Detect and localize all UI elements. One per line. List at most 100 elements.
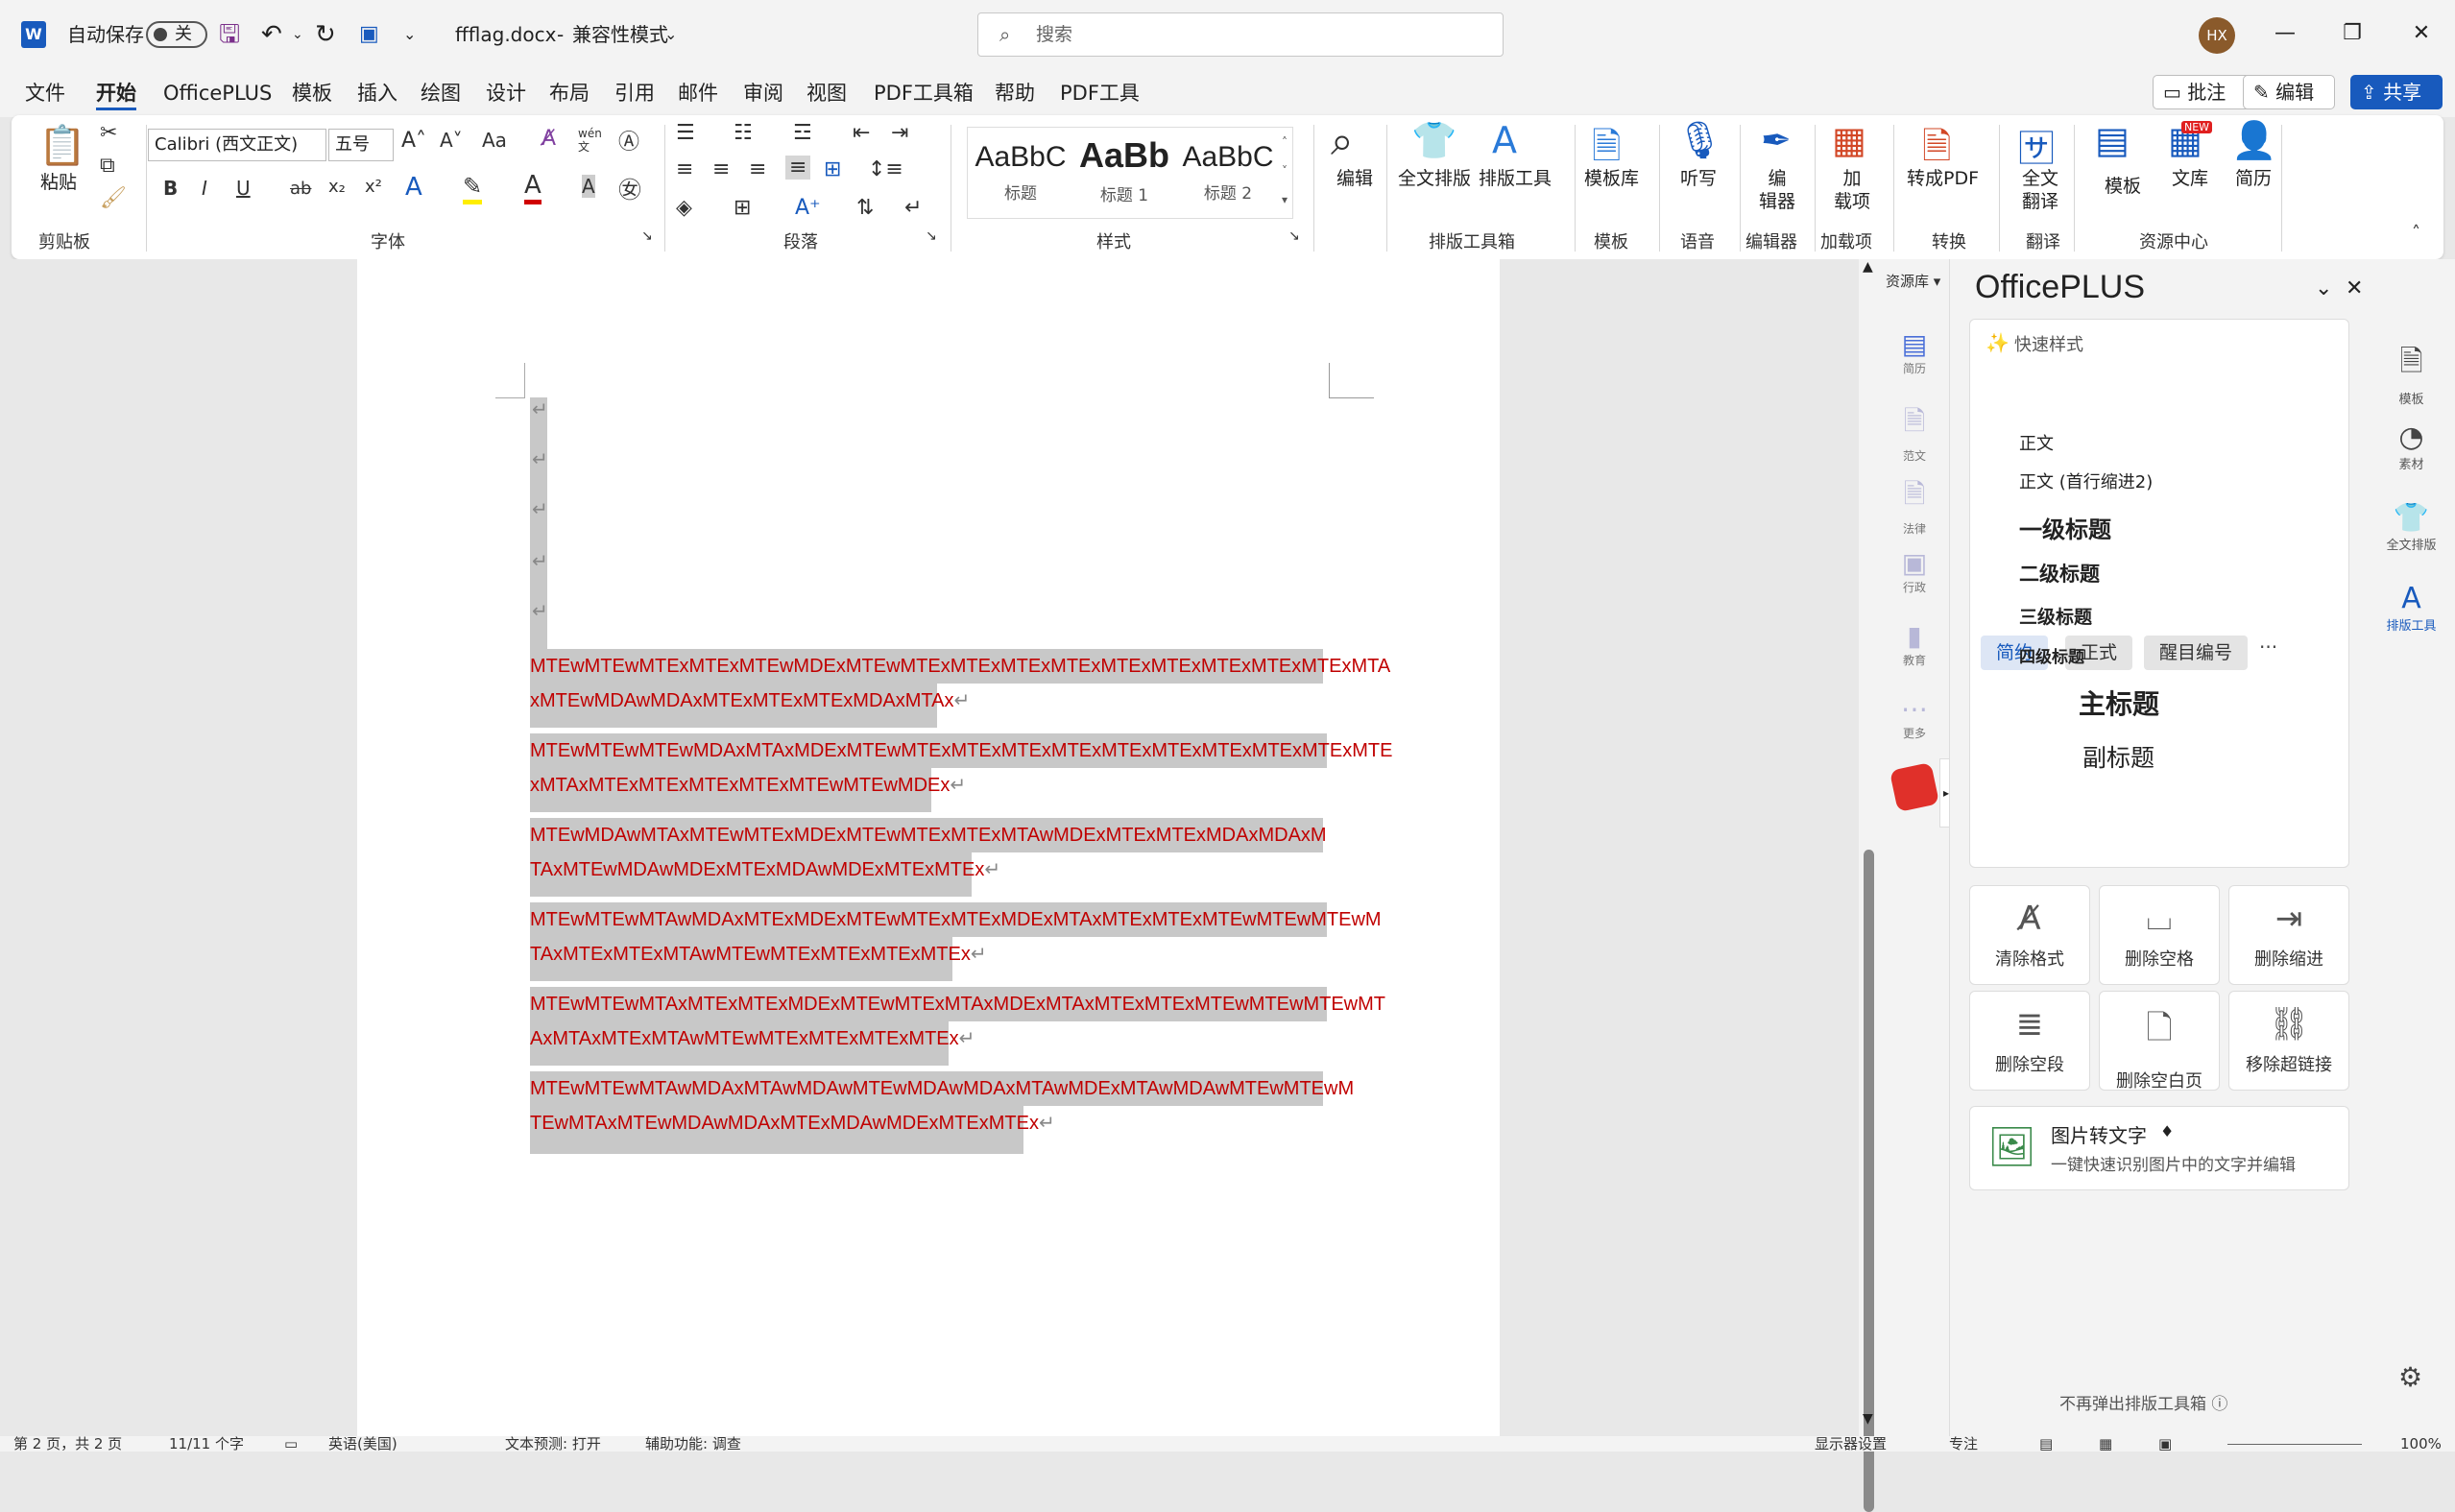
delete-space-button[interactable]: ⌴ 删除空格 <box>2099 885 2220 985</box>
phonetic-guide-icon[interactable]: wén 文 <box>578 127 602 154</box>
decrease-indent-icon[interactable]: ⇤ <box>853 121 870 145</box>
menu-officeplus[interactable]: OfficePLUS <box>163 79 272 108</box>
template-library-label[interactable]: 模板库 <box>1584 167 1639 190</box>
shading-icon[interactable]: ◈ <box>676 196 692 220</box>
settings-icon[interactable]: ⚙ <box>2398 1361 2422 1393</box>
full-typeset-icon[interactable]: 👕 <box>1411 119 1456 162</box>
menu-help[interactable]: 帮助 <box>995 79 1035 108</box>
redo-icon[interactable]: ↻ <box>315 0 336 69</box>
minimize-icon[interactable]: — <box>2251 0 2319 69</box>
text-predictions[interactable]: 文本预测: 打开 <box>505 1436 601 1452</box>
zoom-level[interactable]: 100% <box>2400 1436 2442 1452</box>
enclose-char-icon[interactable]: ㊛ <box>618 171 641 204</box>
cut-icon[interactable]: ✂ <box>100 121 117 145</box>
rail-admin[interactable]: ▣ 行政 <box>1880 547 1949 595</box>
text-line[interactable]: MTEwMDAwMTAxMTEwMTExMDExMTEwMTExMTExMTAw… <box>530 818 1327 852</box>
menu-insert[interactable]: 插入 <box>357 79 397 108</box>
rail-resume[interactable]: ▤ 简历 <box>1880 328 1949 376</box>
menu-references[interactable]: 引用 <box>614 79 655 108</box>
text-line[interactable]: TAxMTExMTExMTAwMTEwMTExMTExMTExMTEx↵ <box>530 937 987 972</box>
superscript-icon[interactable]: x² <box>365 177 382 197</box>
delete-indent-button[interactable]: ⇥ 删除缩进 <box>2228 885 2349 985</box>
restore-icon[interactable]: ❐ <box>2319 0 2386 69</box>
undo-icon[interactable]: ↶ <box>261 0 282 69</box>
side-full-typeset[interactable]: 👕 全文排版 <box>2368 501 2455 553</box>
dictate-icon[interactable]: 🎙 <box>1676 119 1722 162</box>
ocr-card[interactable]: 🖼 图片转文字 ♦ 一键快速识别图片中的文字并编辑 <box>1969 1106 2349 1190</box>
template-resource-icon[interactable]: ▤ <box>2095 119 2130 161</box>
word-count[interactable]: 11/11 个字 <box>169 1436 244 1452</box>
align-right-icon[interactable]: ≡ <box>749 157 766 181</box>
char-shading-icon[interactable]: A <box>582 175 595 198</box>
grow-font-icon[interactable]: A˄ <box>401 129 426 153</box>
text-line[interactable]: MTEwMTEwMTAxMTExMTExMDExMTEwMTExMTAxMDEx… <box>530 987 1385 1021</box>
share-button[interactable]: ⇪ 共享 <box>2350 75 2443 109</box>
rail-sample[interactable]: 🗎 范文 <box>1880 401 1949 464</box>
template-resource-label[interactable]: 模板 <box>2105 175 2141 198</box>
zoom-slider[interactable] <box>2227 1444 2362 1445</box>
resume-icon[interactable]: 👤 <box>2231 119 2276 162</box>
translate-label[interactable]: 全文 翻译 <box>2022 167 2058 213</box>
chip-more[interactable]: ··· <box>2259 636 2277 659</box>
full-typeset-label[interactable]: 全文排版 <box>1398 167 1471 190</box>
show-marks-icon[interactable]: ↵ <box>904 196 922 220</box>
autosave-toggle[interactable]: 关 <box>146 21 207 48</box>
clear-format-button[interactable]: A̸ 清除格式 <box>1969 885 2090 985</box>
scroll-down-icon[interactable]: ▼ <box>1863 1411 1873 1427</box>
compat-mode[interactable]: 兼容性模式 <box>572 0 668 69</box>
bullets-icon[interactable]: ☰ <box>676 121 695 145</box>
text-line[interactable]: AxMTAxMTExMTAwMTEwMTExMTExMTExMTEx↵ <box>530 1021 975 1056</box>
menu-layout[interactable]: 布局 <box>549 79 590 108</box>
delete-blank-page-button[interactable]: 🗋 删除空白页 <box>2099 991 2220 1092</box>
avatar[interactable]: HX <box>2199 17 2235 54</box>
style-h3[interactable]: 三级标题 <box>2019 603 2092 629</box>
paste-label[interactable]: 粘贴 <box>40 171 77 194</box>
chinese-layout-icon[interactable]: A⁺ <box>795 196 821 220</box>
style-heading-1[interactable]: AaBb 标题 1 <box>1071 128 1177 220</box>
highlight-color-icon[interactable]: ✎ <box>463 173 483 204</box>
styles-dialog-launcher-icon[interactable]: ↘ <box>1288 228 1300 244</box>
clear-formatting-icon[interactable]: A̸ <box>542 127 556 151</box>
menu-home[interactable]: 开始 <box>96 79 136 110</box>
typeset-tools-label[interactable]: 排版工具 <box>1479 167 1552 190</box>
menu-template[interactable]: 模板 <box>292 79 332 108</box>
style-main-title[interactable]: 主标题 <box>2079 684 2159 722</box>
shrink-font-icon[interactable]: A˅ <box>440 129 463 152</box>
borders-icon[interactable]: ⊞ <box>734 196 751 220</box>
dictate-label[interactable]: 听写 <box>1680 167 1717 190</box>
search-box[interactable]: ⌕ 搜索 <box>977 12 1504 57</box>
rail-law[interactable]: 🗎 法律 <box>1880 474 1949 537</box>
document-page[interactable]: ↵ ↵ ↵ ↵ ↵ MTEwMTEwMTExMTExMTEwMDExMTEwMT… <box>357 259 1500 1436</box>
sort-icon[interactable]: ⇅ <box>856 196 874 220</box>
print-layout-icon[interactable]: ▦ <box>2099 1436 2112 1452</box>
remove-hyperlink-button[interactable]: ⛓ 移除超链接 <box>2228 991 2349 1091</box>
do-not-show-again[interactable]: 不再弹出排版工具箱 ⓘ <box>2059 1390 2227 1414</box>
side-material[interactable]: ◔ 素材 <box>2368 420 2455 472</box>
text-line[interactable]: MTEwMTEwMTExMTExMTEwMDExMTEwMTExMTExMTEx… <box>530 649 1390 684</box>
find-icon[interactable]: ⌕ <box>1331 117 1354 165</box>
menu-pdf-tools[interactable]: PDF工具 <box>1060 79 1140 108</box>
font-color-icon[interactable]: A <box>524 171 542 204</box>
text-line[interactable]: MTEwMTEwMTAwMDAxMTAwMDAwMTEwMDAwMDAxMTAw… <box>530 1071 1354 1106</box>
editor-icon[interactable]: ✒ <box>1761 119 1792 161</box>
menu-mailings[interactable]: 邮件 <box>678 79 718 108</box>
panel-options-icon[interactable]: ⌄ <box>2315 276 2332 300</box>
paragraph-dialog-launcher-icon[interactable]: ↘ <box>926 228 937 244</box>
editor-label[interactable]: 编辑器 <box>1759 167 1795 213</box>
italic-icon[interactable]: I <box>202 177 207 200</box>
distributed-icon[interactable]: ⊞ <box>824 157 841 181</box>
red-envelope-icon[interactable] <box>1889 761 1940 813</box>
numbering-icon[interactable]: ☷ <box>734 121 753 145</box>
style-h1[interactable]: 一级标题 <box>2019 511 2111 544</box>
multilevel-list-icon[interactable]: ☲ <box>793 121 812 145</box>
text-line[interactable]: xMTAxMTExMTExMTExMTExMTEwMTEwMDEx↵ <box>530 768 966 803</box>
accessibility[interactable]: 辅助功能: 调查 <box>645 1436 741 1452</box>
typeset-tools-icon[interactable]: A <box>1492 119 1517 161</box>
text-line[interactable]: xMTEwMDAwMDAxMTExMTExMTExMDAxMTAx↵ <box>530 684 970 718</box>
language[interactable]: 英语(美国) <box>328 1436 397 1452</box>
justify-icon[interactable]: ≡ <box>785 156 811 180</box>
bold-icon[interactable]: B <box>163 177 178 200</box>
menu-draw[interactable]: 绘图 <box>421 79 461 108</box>
addins-icon[interactable]: ▦ <box>1832 119 1866 161</box>
save-icon[interactable]: 🖫 <box>219 0 240 69</box>
